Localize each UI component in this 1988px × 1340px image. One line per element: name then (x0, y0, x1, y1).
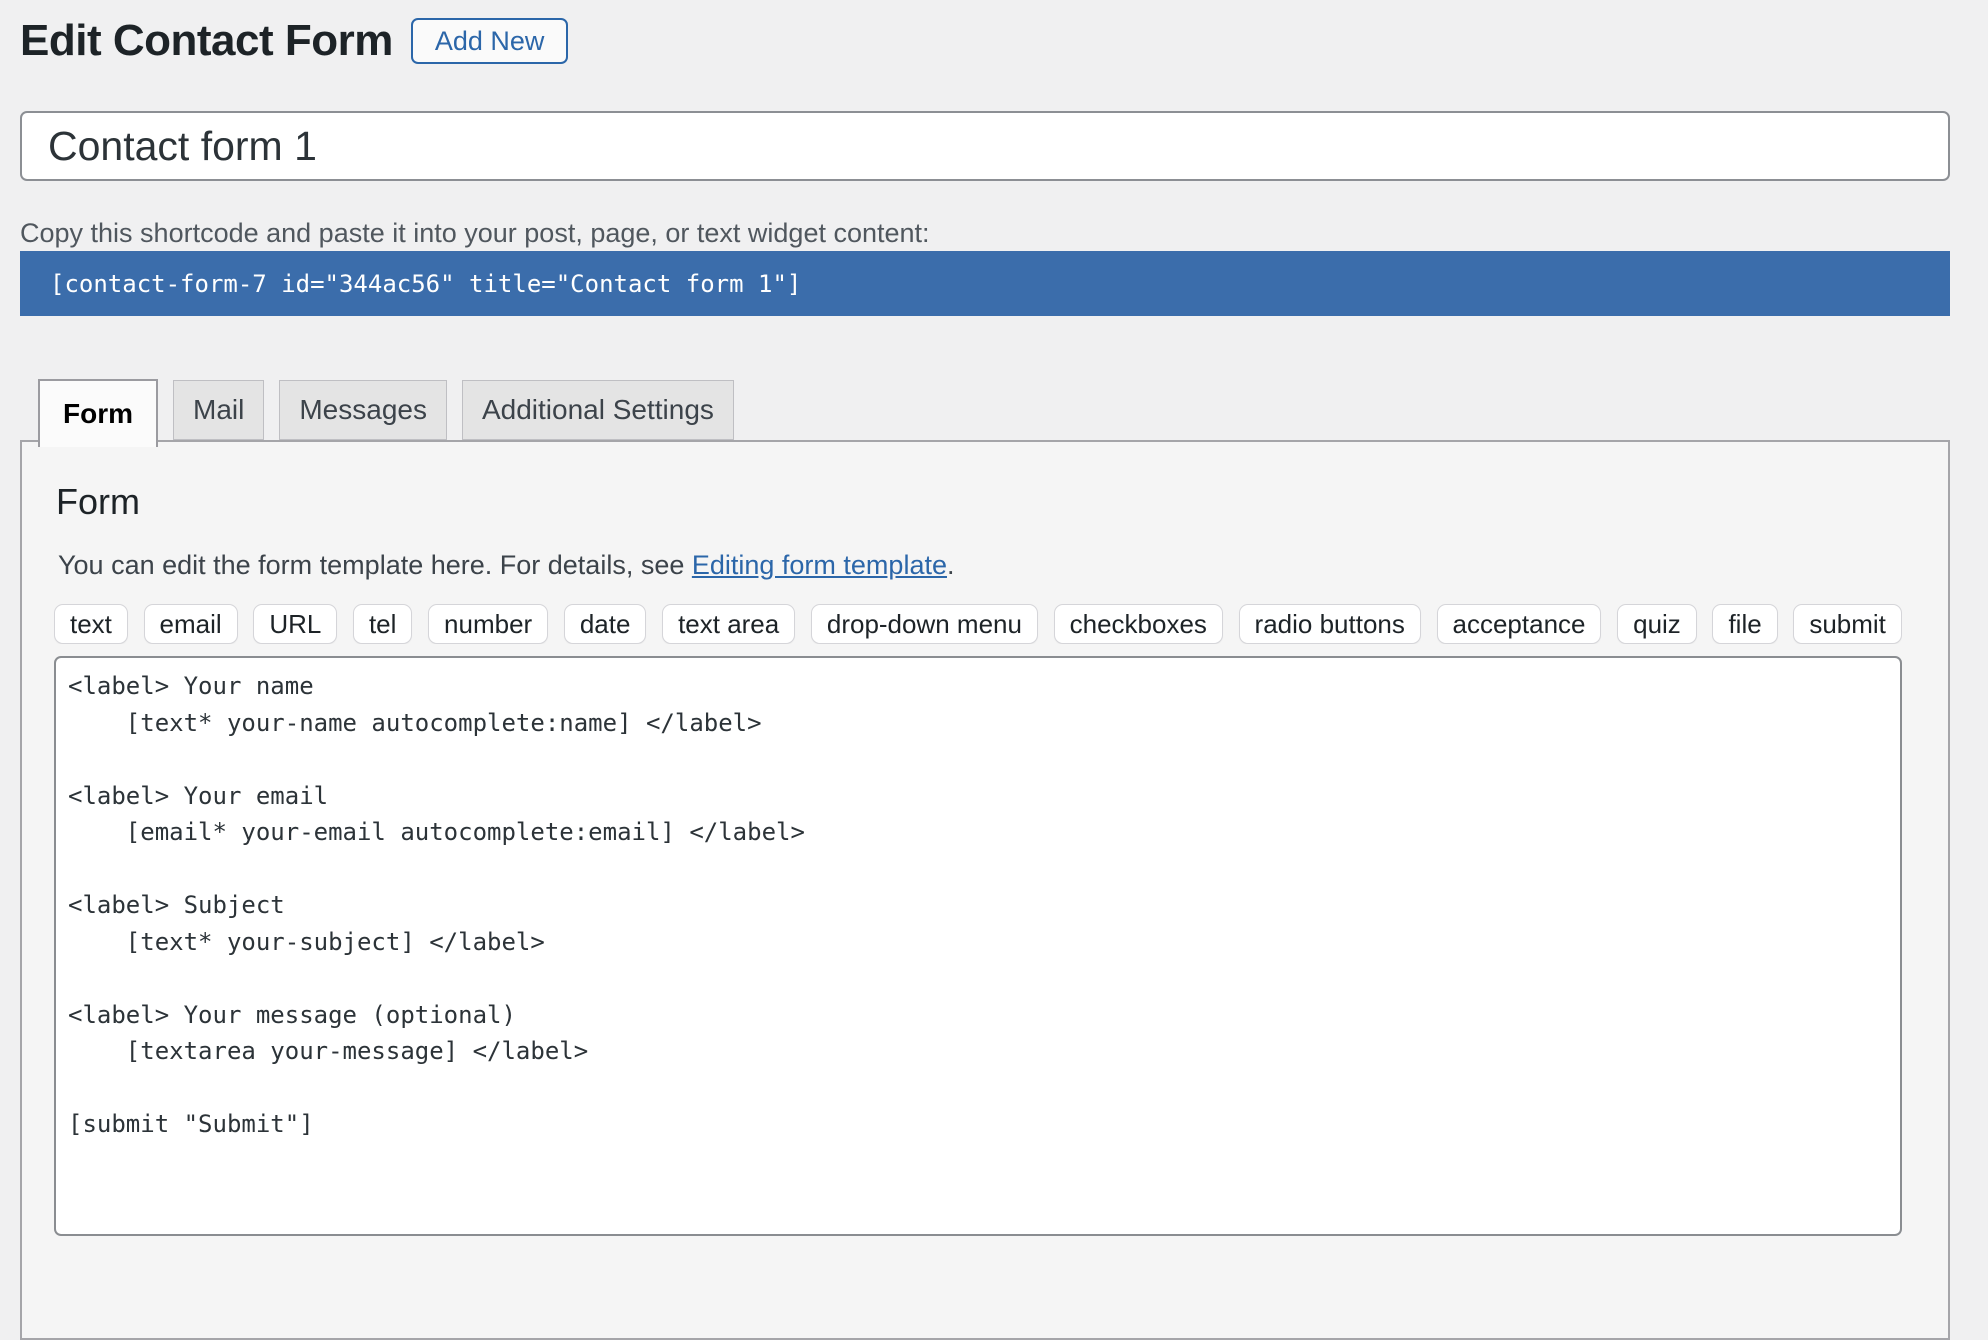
tag-generator-checkboxes-button[interactable]: checkboxes (1054, 604, 1223, 644)
tag-generator-submit-button[interactable]: submit (1793, 604, 1902, 644)
tag-generator-drop-down-menu-button[interactable]: drop-down menu (811, 604, 1038, 644)
panel-description: You can edit the form template here. For… (58, 548, 1902, 582)
tag-generator-url-button[interactable]: URL (253, 604, 337, 644)
form-title-input[interactable] (20, 111, 1950, 181)
tag-generator-text-button[interactable]: text (54, 604, 128, 644)
tag-generator-file-button[interactable]: file (1712, 604, 1777, 644)
page-header: Edit Contact Form Add New (20, 0, 1950, 66)
page-title: Edit Contact Form (20, 16, 393, 66)
tag-generator-quiz-button[interactable]: quiz (1617, 604, 1697, 644)
panel-description-period: . (947, 550, 955, 580)
tag-generator-number-button[interactable]: number (428, 604, 548, 644)
shortcode-field[interactable]: [contact-form-7 id="344ac56" title="Cont… (20, 251, 1950, 316)
add-new-button[interactable]: Add New (411, 18, 569, 64)
panel-description-text: You can edit the form template here. For… (58, 550, 692, 580)
tab-messages[interactable]: Messages (279, 380, 447, 440)
shortcode-text: [contact-form-7 id="344ac56" title="Cont… (50, 270, 801, 298)
tab-mail[interactable]: Mail (173, 380, 264, 440)
tab-form[interactable]: Form (38, 379, 158, 447)
form-template-editor[interactable]: <label> Your name [text* your-name autoc… (54, 656, 1902, 1236)
tab-additional-settings[interactable]: Additional Settings (462, 380, 734, 440)
panel-heading: Form (56, 482, 1902, 522)
editing-form-template-link[interactable]: Editing form template (692, 550, 947, 580)
editor-tabs: FormMailMessagesAdditional Settings (20, 379, 1950, 440)
tag-generator-radio-buttons-button[interactable]: radio buttons (1239, 604, 1421, 644)
tag-generator-acceptance-button[interactable]: acceptance (1437, 604, 1602, 644)
tag-generator-date-button[interactable]: date (564, 604, 647, 644)
tag-generator-email-button[interactable]: email (144, 604, 238, 644)
tag-generator-tel-button[interactable]: tel (353, 604, 412, 644)
edit-contact-form-screen: Edit Contact Form Add New Copy this shor… (20, 0, 1950, 1340)
tag-generator-text-area-button[interactable]: text area (662, 604, 795, 644)
shortcode-instruction: Copy this shortcode and paste it into yo… (20, 217, 1950, 249)
tag-generator-row: text email URL tel number date text area drop-d… (54, 604, 1902, 644)
form-panel: Form You can edit the form template here… (20, 440, 1950, 1340)
